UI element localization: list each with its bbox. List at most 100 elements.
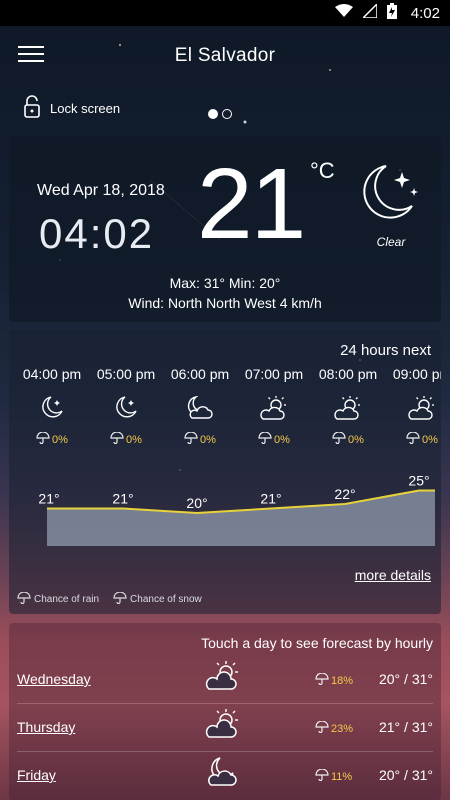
hour-rain: 0% bbox=[15, 431, 89, 447]
temperature-unit: °C bbox=[310, 158, 335, 183]
day-name[interactable]: Thursday bbox=[17, 719, 75, 735]
page-dot-2[interactable] bbox=[222, 109, 232, 119]
hour-rain-value: 0% bbox=[422, 433, 438, 446]
hour-rain-value: 0% bbox=[126, 433, 142, 446]
temperature-graph: 21° 21° 20° 21° 22° 25° bbox=[38, 476, 435, 546]
row-divider bbox=[17, 703, 433, 704]
hourly-strip[interactable]: 04:00 pm 0% 05:00 pm 0% 06:00 pm 0% 07:00 pm 0%… bbox=[9, 366, 441, 476]
rain-umbrella-icon bbox=[17, 591, 31, 607]
daily-forecast-card: Touch a day to see forecast by hourly We… bbox=[9, 623, 441, 800]
day-temp: 21° / 31° bbox=[378, 719, 433, 735]
day-temp: 20° / 31° bbox=[378, 767, 433, 783]
battery-charging-icon bbox=[386, 3, 397, 23]
lock-screen-toggle[interactable]: Lock screen bbox=[22, 95, 120, 122]
temperature-label: 21° bbox=[112, 491, 133, 507]
current-temperature: 21 bbox=[197, 148, 306, 260]
hour-time: 07:00 pm bbox=[244, 366, 304, 382]
status-bar: 4:02 bbox=[0, 0, 450, 26]
day-rain: 18% bbox=[315, 672, 353, 688]
status-time: 4:02 bbox=[410, 4, 440, 22]
day-row[interactable]: Wednesday 18% 20° / 31° bbox=[9, 657, 441, 705]
day-row[interactable]: Thursday 23% 21° / 31° bbox=[9, 705, 441, 753]
temperature-label: 21° bbox=[38, 491, 59, 507]
hour-time: 09:00 pm bbox=[392, 366, 441, 382]
hour-item[interactable]: 06:00 pm 0% bbox=[163, 366, 237, 447]
legend-snow: Chance of snow bbox=[113, 591, 202, 607]
hour-item[interactable]: 07:00 pm 0% bbox=[237, 366, 311, 447]
wind-info: Wind: North North West 4 km/h bbox=[128, 295, 322, 311]
app-header: El Salvador bbox=[0, 26, 450, 86]
hour-time: 06:00 pm bbox=[170, 366, 230, 382]
temperature-label: 21° bbox=[260, 491, 281, 507]
day-name[interactable]: Friday bbox=[17, 767, 56, 783]
cloud-moon-icon bbox=[163, 394, 237, 424]
hour-item[interactable]: 04:00 pm 0% bbox=[15, 366, 89, 447]
rain-umbrella-icon bbox=[315, 672, 329, 688]
signal-icon bbox=[360, 2, 378, 22]
menu-icon[interactable] bbox=[18, 46, 44, 66]
current-weather-card: Wed Apr 18, 2018 04:02 21 °C Clear Max: … bbox=[9, 136, 441, 322]
rain-umbrella-icon bbox=[184, 431, 198, 447]
hour-rain-value: 0% bbox=[274, 433, 290, 446]
legend-rain: Chance of rain bbox=[17, 591, 100, 607]
hour-rain-value: 0% bbox=[348, 433, 364, 446]
day-name[interactable]: Wednesday bbox=[17, 671, 91, 687]
hour-rain: 0% bbox=[89, 431, 163, 447]
partly-cloudy-icon bbox=[311, 394, 385, 424]
moon-stars-icon bbox=[352, 162, 422, 229]
current-date: Wed Apr 18, 2018 bbox=[37, 182, 165, 199]
page-indicator bbox=[208, 109, 232, 119]
more-details-link[interactable]: more details bbox=[355, 567, 431, 583]
unlock-icon bbox=[22, 95, 42, 122]
legend-rain-label: Chance of rain bbox=[34, 594, 100, 605]
temperature-label: 20° bbox=[186, 495, 207, 511]
rain-umbrella-icon bbox=[315, 720, 329, 736]
temperature-label: 22° bbox=[334, 486, 355, 502]
rain-umbrella-icon bbox=[315, 768, 329, 784]
lock-screen-label: Lock screen bbox=[50, 101, 121, 116]
row-divider bbox=[17, 751, 433, 752]
rain-umbrella-icon bbox=[332, 431, 346, 447]
moon-stars-icon bbox=[15, 394, 89, 424]
hourly-forecast-card[interactable]: 24 hours next 04:00 pm 0% 05:00 pm 0% 06:00 … bbox=[9, 330, 441, 614]
hour-rain: 0% bbox=[311, 431, 385, 447]
city-title[interactable]: El Salvador bbox=[175, 45, 275, 67]
cloud-moon-icon bbox=[205, 755, 241, 794]
hour-item[interactable]: 05:00 pm 0% bbox=[89, 366, 163, 447]
hourly-title: 24 hours next bbox=[340, 342, 431, 359]
condition-label: Clear bbox=[376, 235, 406, 249]
rain-umbrella-icon bbox=[36, 431, 50, 447]
partly-cloudy-icon bbox=[205, 707, 241, 746]
moon-stars-icon bbox=[89, 394, 163, 424]
legend: Chance of rain Chance of snow bbox=[17, 591, 202, 607]
hour-rain-value: 0% bbox=[200, 433, 216, 446]
hour-rain-value: 0% bbox=[52, 433, 68, 446]
snow-umbrella-icon bbox=[113, 591, 127, 607]
day-temp: 20° / 31° bbox=[378, 671, 433, 687]
day-rain: 11% bbox=[315, 768, 353, 784]
current-clock: 04:02 bbox=[39, 210, 155, 257]
hour-time: 08:00 pm bbox=[318, 366, 378, 382]
page-dot-1[interactable] bbox=[208, 109, 218, 119]
partly-cloudy-icon bbox=[385, 394, 441, 424]
hour-time: 04:00 pm bbox=[22, 366, 82, 382]
hour-time: 05:00 pm bbox=[96, 366, 156, 382]
wifi-icon bbox=[334, 4, 353, 22]
hour-item[interactable]: 08:00 pm 0% bbox=[311, 366, 385, 447]
partly-cloudy-icon bbox=[205, 659, 241, 698]
rain-umbrella-icon bbox=[406, 431, 420, 447]
hour-rain: 0% bbox=[163, 431, 237, 447]
max-min-temp: Max: 31° Min: 20° bbox=[169, 275, 281, 291]
legend-snow-label: Chance of snow bbox=[130, 594, 202, 605]
rain-umbrella-icon bbox=[258, 431, 272, 447]
hour-item[interactable]: 09:00 pm 0% bbox=[385, 366, 441, 447]
rain-umbrella-icon bbox=[110, 431, 124, 447]
day-rain-value: 11% bbox=[331, 770, 353, 783]
day-row[interactable]: Friday 11% 20° / 31° bbox=[9, 753, 441, 800]
hour-rain: 0% bbox=[237, 431, 311, 447]
hour-rain: 0% bbox=[385, 431, 441, 447]
day-rain-value: 23% bbox=[331, 722, 354, 735]
temperature-label: 25° bbox=[408, 476, 429, 489]
day-rain: 23% bbox=[315, 720, 354, 736]
partly-cloudy-icon bbox=[237, 394, 311, 424]
